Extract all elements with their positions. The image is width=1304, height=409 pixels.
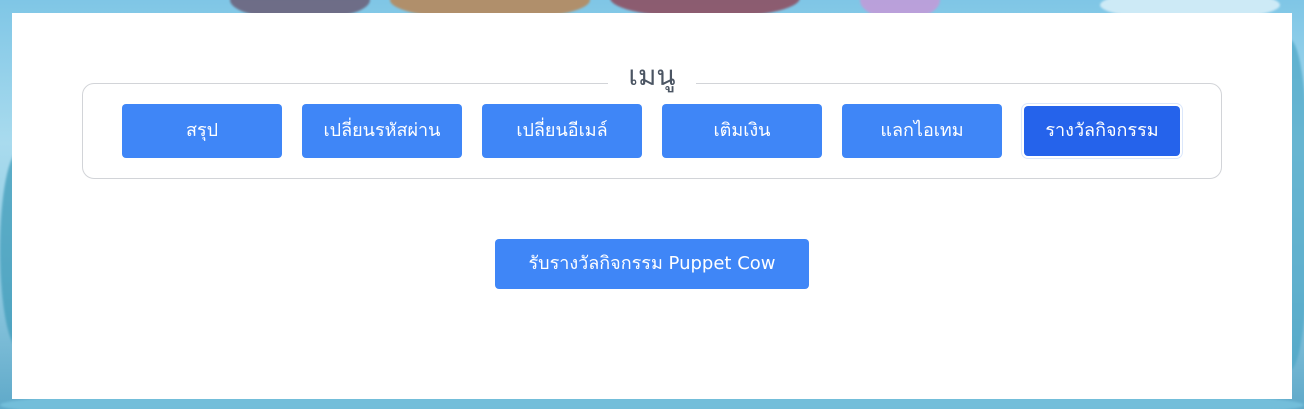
menu-button-redeem-item[interactable]: แลกไอเทม xyxy=(842,104,1002,158)
menu-button-change-password[interactable]: เปลี่ยนรหัสผ่าน xyxy=(302,104,462,158)
menu-button-summary[interactable]: สรุป xyxy=(122,104,282,158)
claim-reward-button[interactable]: รับรางวัลกิจกรรม Puppet Cow xyxy=(495,239,809,289)
menu-button-change-email[interactable]: เปลี่ยนอีเมล์ xyxy=(482,104,642,158)
content-panel: เมนู สรุป เปลี่ยนรหัสผ่าน เปลี่ยนอีเมล์ … xyxy=(12,13,1292,399)
menu-title: เมนู xyxy=(608,56,696,96)
menu-button-top-up[interactable]: เติมเงิน xyxy=(662,104,822,158)
menu-button-event-rewards[interactable]: รางวัลกิจกรรม xyxy=(1024,106,1180,156)
